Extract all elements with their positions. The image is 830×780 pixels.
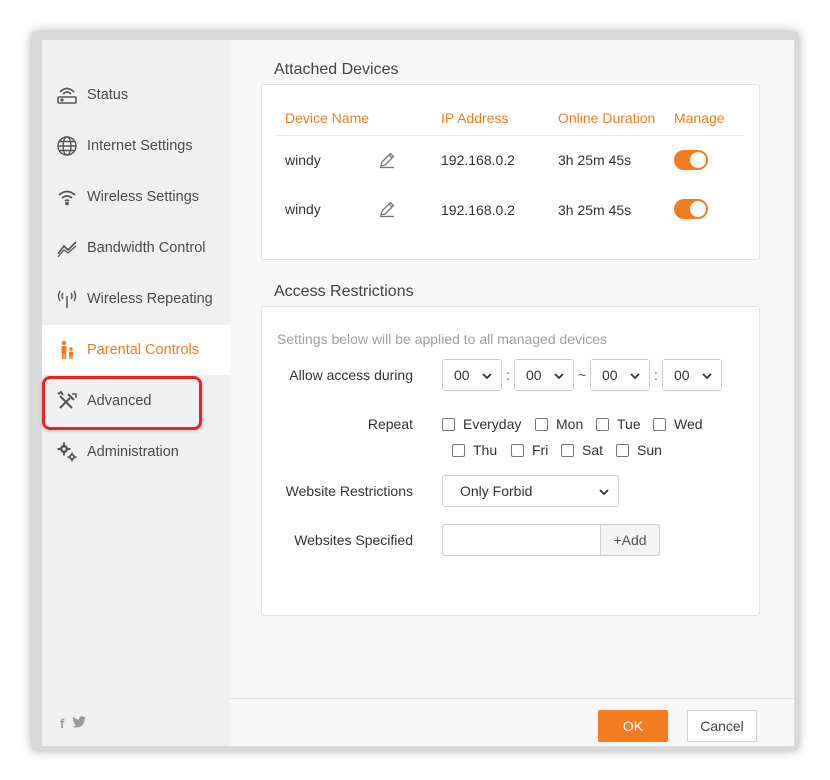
sidebar-item-wireless-settings[interactable]: Wireless Settings	[42, 172, 230, 222]
manage-toggle[interactable]	[674, 199, 708, 219]
end-minute-select[interactable]: 00	[662, 359, 722, 391]
sidebar-item-label: Advanced	[87, 393, 152, 409]
gears-icon	[56, 441, 78, 463]
sidebar-item-internet-settings[interactable]: Internet Settings	[42, 121, 230, 171]
sidebar-item-status[interactable]: Status	[42, 70, 230, 120]
sidebar-item-parental-controls[interactable]: Parental Controls	[42, 325, 230, 375]
chevron-down-icon	[599, 489, 609, 496]
attached-devices-title: Attached Devices	[274, 61, 399, 78]
time-colon: :	[506, 367, 510, 383]
chevron-down-icon	[482, 373, 492, 380]
online-duration-cell: 3h 25m 45s	[558, 202, 632, 218]
sidebar-item-label: Bandwidth Control	[87, 240, 206, 256]
pencil-icon[interactable]	[378, 151, 396, 169]
access-restrictions-title: Access Restrictions	[274, 283, 414, 300]
sidebar-item-label: Wireless Settings	[87, 189, 200, 205]
sidebar: Status Internet Settings Wireless Settin…	[42, 40, 230, 746]
cancel-button[interactable]: Cancel	[687, 710, 757, 742]
sidebar-item-administration[interactable]: Administration	[42, 427, 230, 477]
twitter-icon[interactable]	[72, 716, 87, 731]
settings-hint: Settings below will be applied to all ma…	[277, 331, 607, 347]
sidebar-item-label: Administration	[87, 444, 179, 460]
websites-specified-input[interactable]	[442, 524, 601, 556]
ip-address-cell: 192.168.0.2	[441, 152, 515, 168]
sidebar-item-label: Parental Controls	[87, 342, 200, 358]
ok-button[interactable]: OK	[598, 710, 668, 742]
start-minute-select[interactable]: 00	[514, 359, 574, 391]
tools-icon	[56, 390, 78, 412]
antenna-icon	[56, 288, 78, 310]
checkbox-everyday[interactable]: Everyday	[442, 416, 521, 432]
start-hour-select[interactable]: 00	[442, 359, 502, 391]
device-name-cell: windy	[285, 152, 321, 168]
checkbox-thu[interactable]: Thu	[452, 442, 497, 458]
column-header-online-duration: Online Duration	[558, 110, 656, 126]
repeat-label: Repeat	[367, 416, 413, 432]
chevron-down-icon	[554, 373, 564, 380]
column-header-ip-address: IP Address	[441, 110, 509, 126]
table-header-divider	[277, 135, 744, 136]
checkbox-sat[interactable]: Sat	[561, 442, 603, 458]
websites-specified-label: Websites Specified	[294, 532, 413, 548]
checkbox-sun[interactable]: Sun	[616, 442, 662, 458]
column-header-manage: Manage	[674, 110, 725, 126]
sidebar-item-label: Wireless Repeating	[87, 291, 213, 307]
footer-divider	[230, 698, 794, 699]
router-icon	[56, 84, 78, 106]
sidebar-item-advanced[interactable]: Advanced	[42, 376, 230, 426]
checkbox-fri[interactable]: Fri	[511, 442, 548, 458]
sidebar-item-label: Internet Settings	[87, 138, 193, 154]
chevron-down-icon	[630, 373, 640, 380]
chevron-down-icon	[702, 373, 712, 380]
manage-toggle[interactable]	[674, 150, 708, 170]
allow-access-label: Allow access during	[289, 367, 413, 383]
checkbox-wed[interactable]: Wed	[653, 416, 703, 432]
end-hour-select[interactable]: 00	[590, 359, 650, 391]
add-website-button[interactable]: +Add	[600, 524, 660, 556]
time-colon: :	[654, 367, 658, 383]
website-restrictions-select[interactable]: Only Forbid	[442, 475, 619, 507]
bandwidth-icon	[56, 237, 78, 259]
online-duration-cell: 3h 25m 45s	[558, 152, 632, 168]
facebook-icon[interactable]: f	[60, 716, 64, 731]
sidebar-item-bandwidth-control[interactable]: Bandwidth Control	[42, 223, 230, 273]
wifi-icon	[56, 186, 78, 208]
checkbox-tue[interactable]: Tue	[596, 416, 641, 432]
pencil-icon[interactable]	[378, 200, 396, 218]
access-restrictions-panel	[261, 306, 760, 616]
checkbox-mon[interactable]: Mon	[535, 416, 583, 432]
time-tilde: ~	[578, 367, 587, 383]
device-name-cell: windy	[285, 201, 321, 217]
column-header-device-name: Device Name	[285, 110, 370, 126]
sidebar-item-wireless-repeating[interactable]: Wireless Repeating	[42, 274, 230, 324]
family-icon	[56, 339, 78, 361]
sidebar-item-label: Status	[87, 87, 129, 103]
website-restrictions-label: Website Restrictions	[285, 483, 413, 499]
social-links: f	[60, 716, 87, 731]
ip-address-cell: 192.168.0.2	[441, 202, 515, 218]
globe-icon	[56, 135, 78, 157]
